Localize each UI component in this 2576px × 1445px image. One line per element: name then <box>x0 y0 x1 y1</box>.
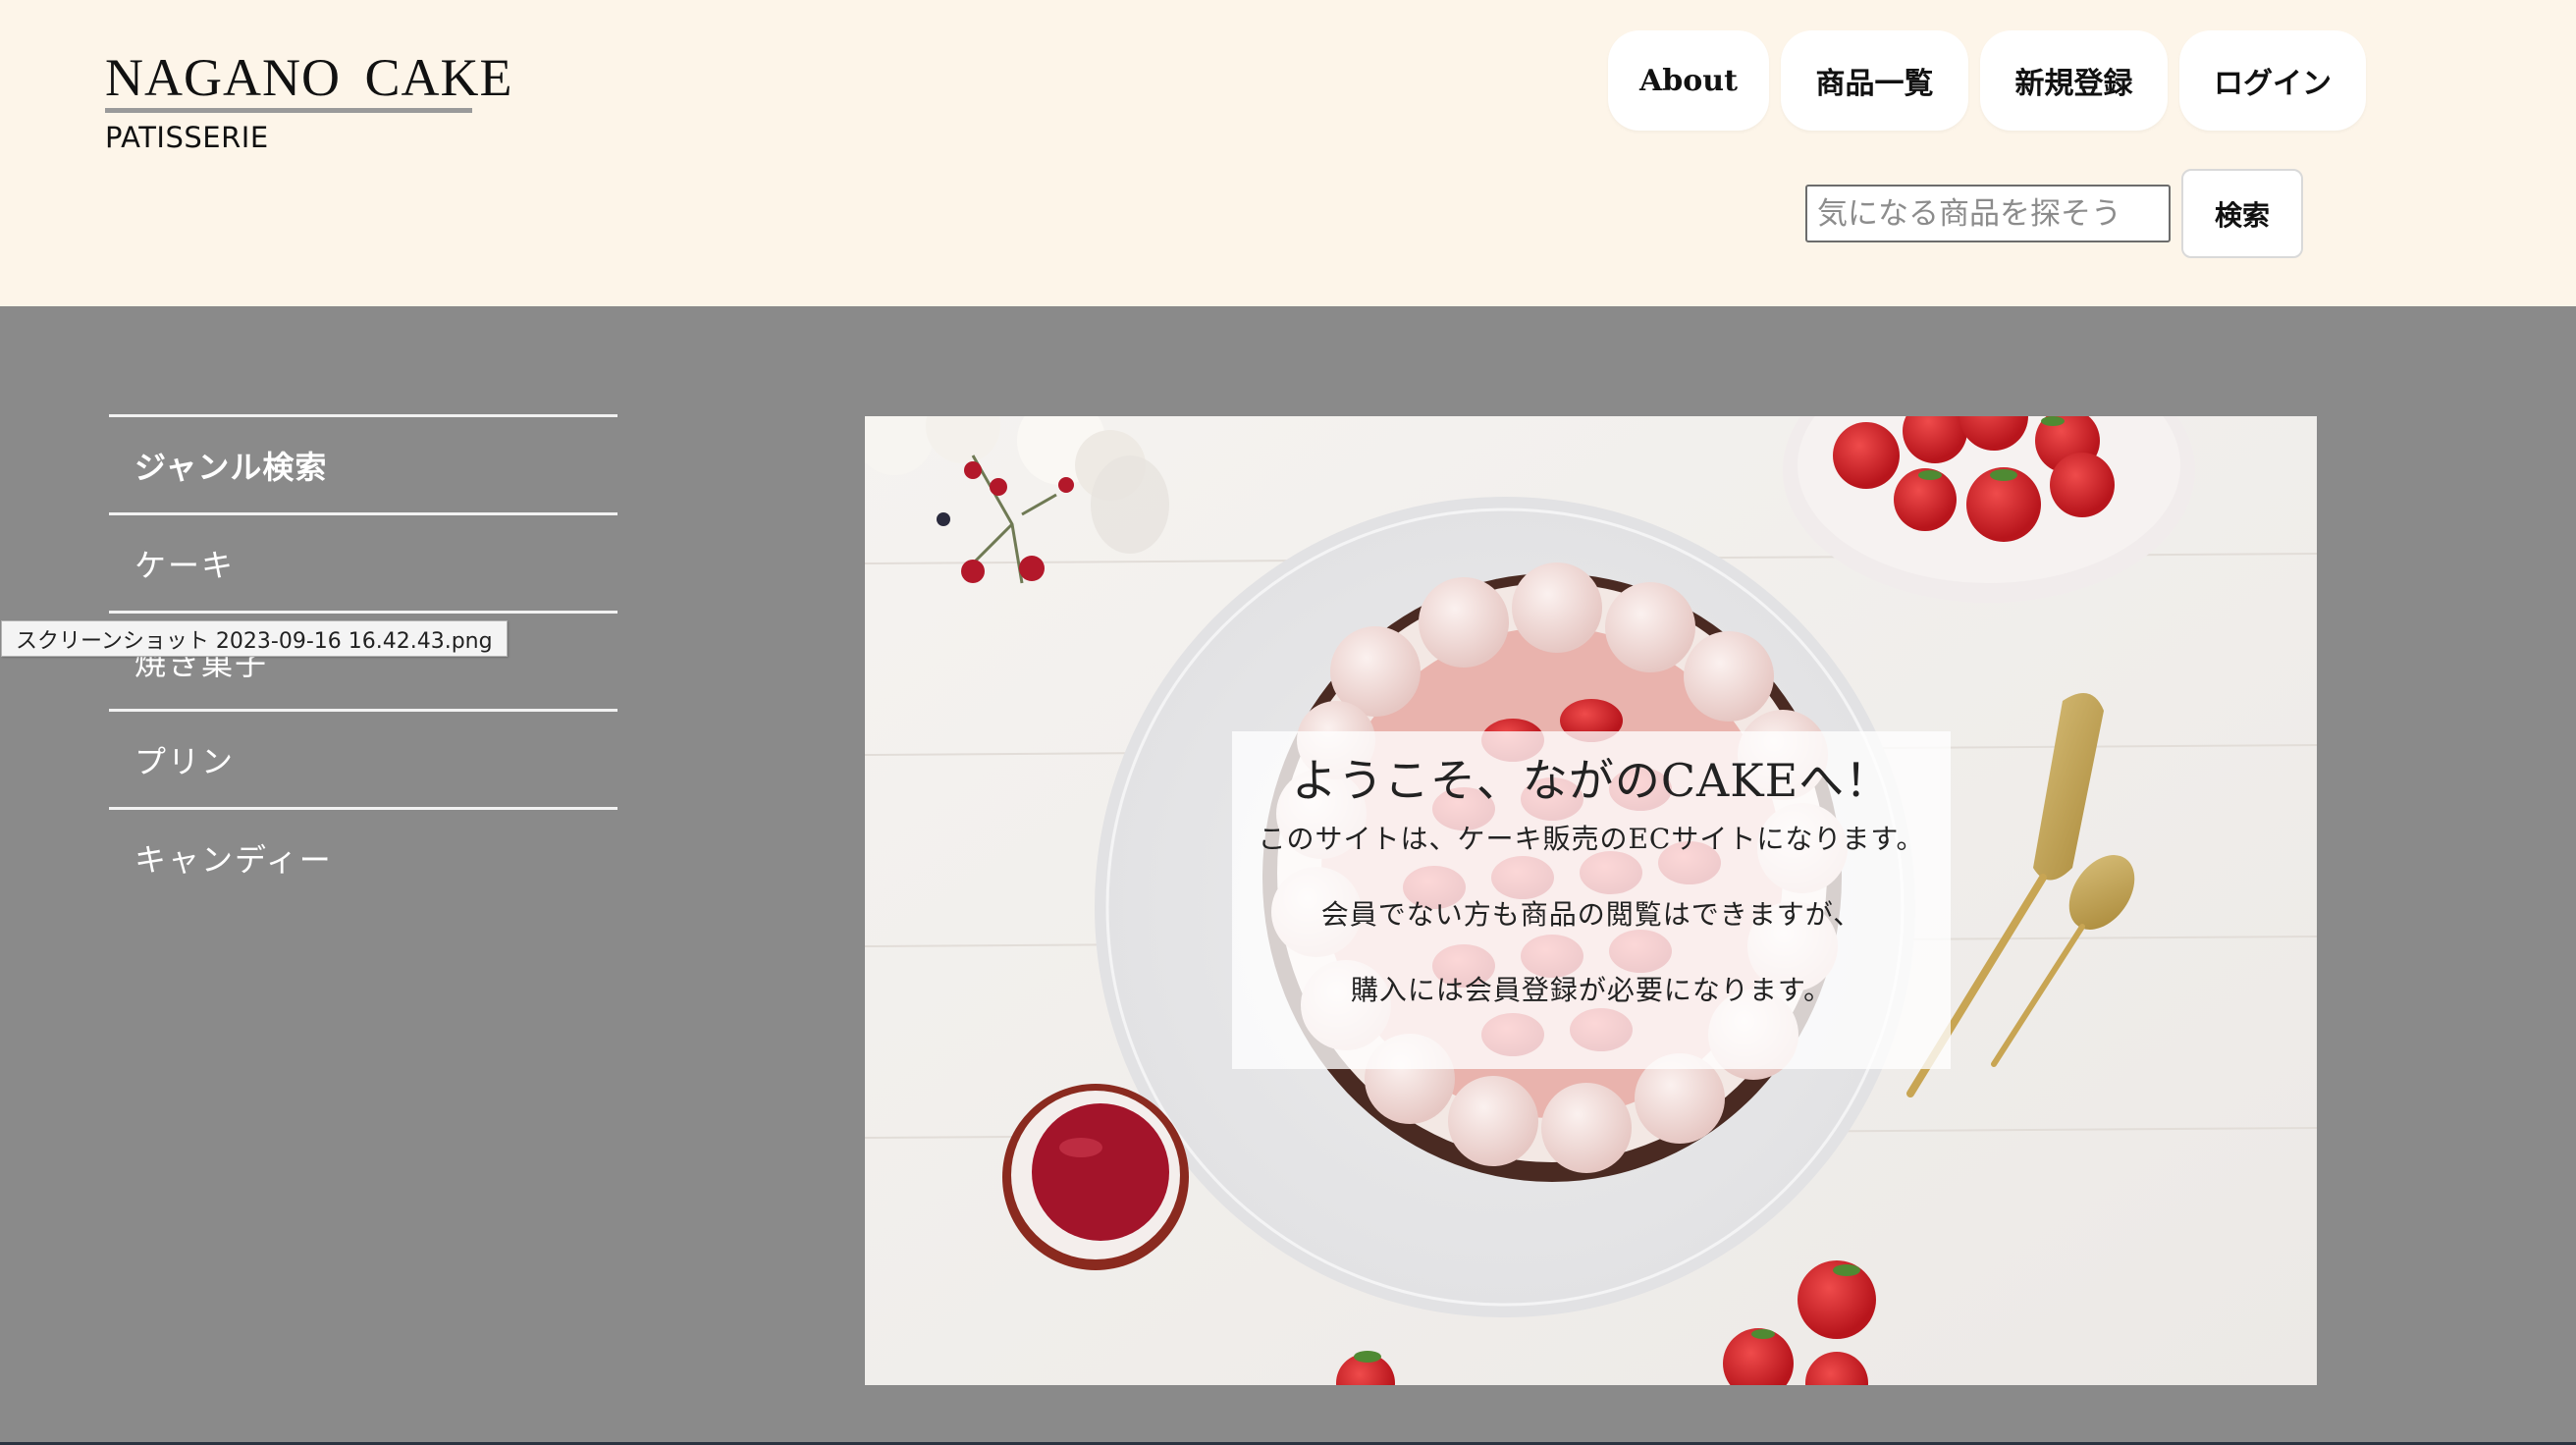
site-logo[interactable]: NAGANO CAKE PATISSERIE <box>105 48 513 154</box>
logo-title: NAGANO CAKE <box>105 48 513 107</box>
sidebar-item-pudding[interactable]: プリン <box>109 712 617 807</box>
search-input[interactable] <box>1805 185 2171 242</box>
nav-login-button[interactable]: ログイン <box>2179 30 2366 131</box>
genre-sidebar: ジャンル検索 ケーキ 焼き菓子 プリン キャンディー <box>109 414 617 905</box>
logo-underline <box>105 108 472 113</box>
welcome-line: 購入には会員登録が必要になります。 <box>1350 974 1833 1006</box>
sidebar-item-candy[interactable]: キャンディー <box>109 810 617 905</box>
sidebar-heading: ジャンル検索 <box>134 448 328 486</box>
filename-tooltip: スクリーンショット 2023-09-16 16.42.43.png <box>1 620 508 657</box>
welcome-title: ようこそ、ながのCAKEへ！ <box>1291 754 1892 807</box>
welcome-line: 会員でない方も商品の閲覧はできますが、 <box>1320 898 1862 931</box>
logo-subtitle: PATISSERIE <box>105 121 269 154</box>
nav-products-button[interactable]: 商品一覧 <box>1781 30 1968 131</box>
welcome-line: このサイトは、ケーキ販売のECサイトになります。 <box>1258 823 1925 855</box>
nav-signup-button[interactable]: 新規登録 <box>1980 30 2168 131</box>
sidebar-item-cake[interactable]: ケーキ <box>109 515 617 611</box>
search-button[interactable]: 検索 <box>2181 169 2303 258</box>
welcome-box: ようこそ、ながのCAKEへ！ このサイトは、ケーキ販売のECサイトになります。 … <box>1232 731 1951 1069</box>
site-header: NAGANO CAKE PATISSERIE About 商品一覧 新規登録 ロ… <box>0 0 2576 306</box>
nav-about-button[interactable]: About <box>1608 30 1769 131</box>
main-nav: About 商品一覧 新規登録 ログイン <box>1608 30 2366 131</box>
